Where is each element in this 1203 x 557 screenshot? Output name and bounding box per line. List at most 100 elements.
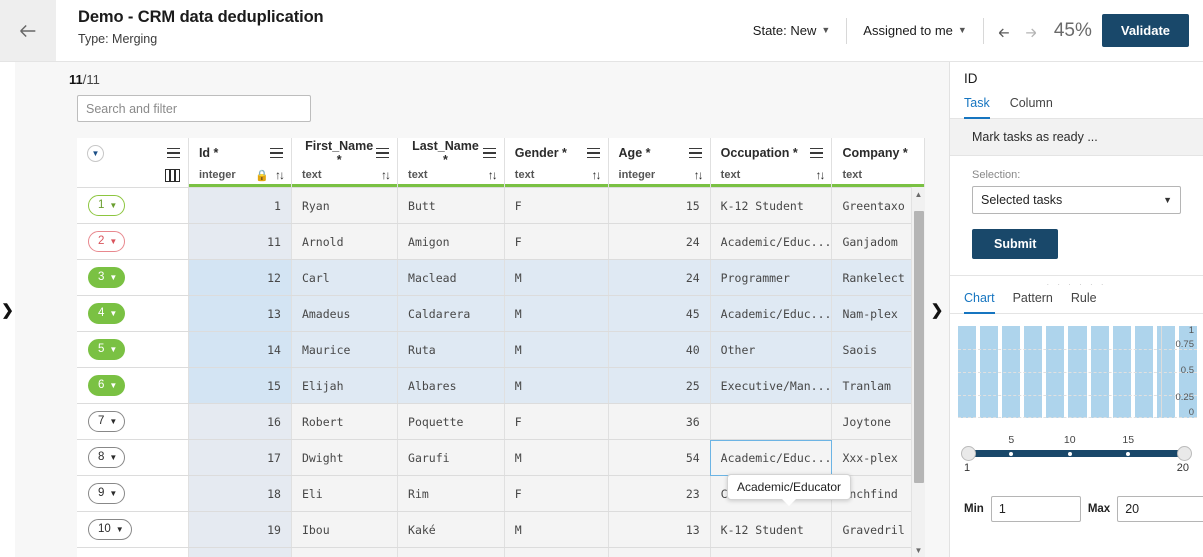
cell-first-name[interactable]: Ibou (291, 511, 399, 548)
cell-id[interactable]: 13 (188, 295, 292, 332)
cell-id[interactable]: 18 (188, 475, 292, 512)
row-badge[interactable]: 6 ▼ (88, 375, 126, 396)
cell-age[interactable]: 24 (608, 259, 711, 296)
sort-icon[interactable]: ↑↓ (694, 168, 704, 182)
header-cell-id[interactable]: Id * integer 🔒 ↑↓ (188, 138, 292, 188)
row-badge[interactable]: 4 ▼ (88, 303, 126, 324)
cell-last-name[interactable]: Amigon (397, 223, 505, 260)
cell-age[interactable]: 45 (608, 295, 711, 332)
cell-id[interactable]: 19 (188, 511, 292, 548)
cell-gender[interactable]: M (504, 259, 609, 296)
cell-id[interactable]: 1 (188, 187, 292, 224)
cell-last-name[interactable]: Rim (397, 475, 505, 512)
left-panel-expander[interactable]: ❯ (0, 62, 15, 557)
search-input[interactable] (77, 95, 311, 122)
sort-icon[interactable]: ↑↓ (381, 168, 391, 182)
cell-first-name[interactable]: Ryan (291, 187, 399, 224)
sort-icon[interactable]: ↑↓ (275, 168, 285, 182)
table-row[interactable]: 4 ▼ 13 Amadeus Caldarera M 45 Academic/Ed… (77, 295, 925, 332)
cell-id[interactable]: 15 (188, 367, 292, 404)
max-input[interactable] (1117, 496, 1203, 522)
menu-icon[interactable] (586, 147, 600, 159)
header-cell-company[interactable]: Company * text (831, 138, 925, 188)
header-cell-gender[interactable]: Gender * text ↑↓ (504, 138, 609, 188)
cell-occupation-selected[interactable]: Academic/Educ... (710, 439, 833, 476)
cell-occupation[interactable] (710, 547, 833, 557)
header-cell-first-name[interactable]: First_Name * text ↑↓ (291, 138, 399, 188)
cell-occupation[interactable]: Academic/Educ... (710, 295, 833, 332)
select-all-dropdown[interactable]: ▼ (87, 144, 104, 162)
cell-gender[interactable]: F (504, 223, 609, 260)
cell-id[interactable] (188, 547, 292, 557)
table-row[interactable]: 6 ▼ 15 Elijah Albares M 25 Executive/Man.… (77, 367, 925, 404)
state-dropdown[interactable]: State: New ▼ (741, 23, 843, 38)
menu-icon[interactable] (688, 147, 702, 159)
table-row[interactable]: 3 ▼ 12 Carl Maclead M 24 Programmer Ranke… (77, 259, 925, 296)
cell-gender[interactable] (504, 547, 609, 557)
cell-occupation[interactable]: Other (710, 331, 833, 368)
cell-gender[interactable]: M (504, 331, 609, 368)
cell-last-name[interactable]: Butt (397, 187, 505, 224)
cell-age[interactable]: 23 (608, 475, 711, 512)
cell-gender[interactable]: M (504, 367, 609, 404)
table-row[interactable]: 2 ▼ 11 Arnold Amigon F 24 Academic/Educ..… (77, 223, 925, 260)
header-cell-age[interactable]: Age * integer ↑↓ (608, 138, 711, 188)
undo-button[interactable] (988, 16, 1018, 46)
sort-icon[interactable]: ↑↓ (488, 168, 498, 182)
cell-gender[interactable]: F (504, 403, 609, 440)
cell-gender[interactable]: F (504, 187, 609, 224)
columns-icon[interactable] (164, 168, 180, 182)
cell-gender[interactable]: M (504, 511, 609, 548)
min-input[interactable] (990, 496, 1081, 522)
scroll-up-arrow[interactable]: ▲ (912, 187, 925, 201)
cell-last-name[interactable]: Garufi (397, 439, 505, 476)
tab-pattern[interactable]: Pattern (1013, 291, 1053, 314)
cell-occupation[interactable]: Academic/Educ... (710, 223, 833, 260)
menu-icon[interactable] (166, 147, 180, 159)
cell-age[interactable] (608, 547, 711, 557)
cell-age[interactable]: 54 (608, 439, 711, 476)
table-row[interactable]: 7 ▼ 16 Robert Poquette F 36 Joytone (77, 403, 925, 440)
cell-age[interactable]: 40 (608, 331, 711, 368)
cell-gender[interactable]: F (504, 475, 609, 512)
right-panel-collapse[interactable]: ❯ (925, 62, 949, 557)
cell-gender[interactable]: M (504, 439, 609, 476)
cell-occupation[interactable]: Executive/Man... (710, 367, 833, 404)
menu-icon[interactable] (810, 147, 824, 159)
cell-last-name[interactable] (397, 547, 505, 557)
cell-first-name[interactable]: Maurice (291, 331, 399, 368)
row-badge[interactable]: 7 ▼ (88, 411, 126, 432)
scroll-down-arrow[interactable]: ▼ (912, 543, 925, 557)
cell-first-name[interactable]: Arnold (291, 223, 399, 260)
redo-button[interactable] (1018, 16, 1048, 46)
table-row[interactable]: 5 ▼ 14 Maurice Ruta M 40 Other Saois (77, 331, 925, 368)
cell-last-name[interactable]: Albares (397, 367, 505, 404)
cell-first-name[interactable]: Robert (291, 403, 399, 440)
menu-icon[interactable] (482, 147, 496, 159)
cell-age[interactable]: 24 (608, 223, 711, 260)
submit-button[interactable]: Submit (972, 229, 1059, 259)
mark-tasks-ready-item[interactable]: Mark tasks as ready ... (950, 119, 1203, 156)
slider-handle-max[interactable] (1177, 446, 1192, 461)
table-vertical-scrollbar[interactable]: ▲ ▼ (911, 187, 925, 557)
tab-chart[interactable]: Chart (964, 291, 995, 314)
cell-occupation[interactable]: K-12 Student (710, 511, 833, 548)
cell-first-name[interactable]: Amadeus (291, 295, 399, 332)
cell-last-name[interactable]: Caldarera (397, 295, 505, 332)
back-button[interactable] (0, 0, 56, 61)
cell-gender[interactable]: M (504, 295, 609, 332)
table-row[interactable]: 8 ▼ 17 Dwight Garufi M 54 Academic/Educ..… (77, 439, 925, 476)
row-badge[interactable]: 8 ▼ (88, 447, 126, 468)
cell-id[interactable]: 16 (188, 403, 292, 440)
panel-drag-handle[interactable]: · · · · · · (950, 276, 1203, 289)
row-badge[interactable]: 2 ▼ (88, 231, 126, 252)
cell-last-name[interactable]: Kaké (397, 511, 505, 548)
cell-id[interactable]: 11 (188, 223, 292, 260)
cell-age[interactable]: 15 (608, 187, 711, 224)
cell-age[interactable]: 13 (608, 511, 711, 548)
assignee-dropdown[interactable]: Assigned to me ▼ (851, 23, 979, 38)
cell-first-name[interactable]: Elijah (291, 367, 399, 404)
cell-last-name[interactable]: Ruta (397, 331, 505, 368)
header-cell-occupation[interactable]: Occupation * text ↑↓ (710, 138, 833, 188)
sort-icon[interactable]: ↑↓ (815, 168, 825, 182)
